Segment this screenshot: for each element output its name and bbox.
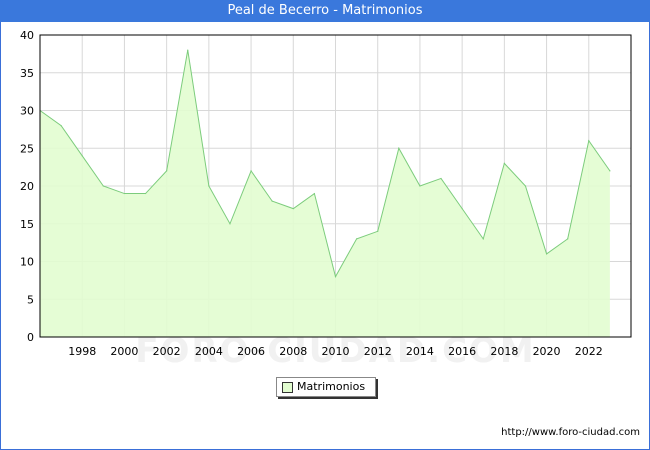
y-tick-label: 20 (20, 180, 34, 193)
y-tick-label: 25 (20, 142, 34, 155)
data-point (503, 162, 505, 164)
x-tick-label: 2000 (110, 345, 138, 358)
data-point (334, 276, 337, 278)
data-point (545, 253, 548, 255)
x-tick-label: 2014 (406, 345, 434, 358)
data-point (250, 170, 252, 172)
y-tick-label: 10 (20, 256, 34, 269)
data-point (609, 170, 611, 172)
data-point (60, 125, 62, 127)
x-tick-label: 2008 (279, 345, 307, 358)
data-point (123, 192, 126, 195)
x-tick-label: 2010 (322, 345, 350, 358)
legend-swatch (282, 382, 293, 393)
y-tick-label: 15 (20, 218, 34, 231)
data-point (313, 192, 315, 195)
x-tick-label: 2012 (364, 345, 392, 358)
source-url: http://www.foro-ciudad.com (501, 427, 640, 438)
data-point (588, 140, 590, 142)
y-tick-label: 40 (20, 29, 34, 42)
data-point (482, 238, 484, 240)
data-point (292, 208, 294, 210)
data-point (166, 170, 168, 172)
y-tick-label: 5 (27, 293, 34, 306)
data-point (440, 177, 442, 180)
data-point (81, 155, 83, 157)
data-point (271, 200, 273, 202)
y-tick-label: 30 (20, 105, 34, 118)
chart-title: Peal de Becerro - Matrimonios (0, 0, 650, 22)
data-point (229, 223, 231, 225)
x-tick-label: 2016 (448, 345, 476, 358)
chart-area: FORO-CIUDAD.COM 05101520253035401998 2000… (20, 29, 632, 371)
x-tick-label: 2020 (533, 345, 561, 358)
legend-label: Matrimonios (297, 380, 366, 393)
data-point (187, 49, 189, 51)
data-point (567, 238, 569, 240)
x-tick-label: 2002 (153, 345, 181, 358)
x-tick-label: 2018 (490, 345, 518, 358)
x-tick-label: 2022 (575, 345, 603, 358)
y-tick-label: 0 (27, 331, 34, 344)
data-point (419, 185, 421, 187)
data-point (102, 185, 104, 187)
data-point (524, 185, 527, 187)
data-point (461, 208, 463, 210)
data-point (208, 185, 210, 187)
x-tick-label: 1998 (68, 345, 96, 358)
data-point (398, 147, 400, 149)
y-tick-label: 35 (20, 67, 34, 80)
data-point (377, 230, 379, 232)
x-tick-label: 2004 (195, 345, 223, 358)
data-point (356, 238, 358, 240)
x-tick-label: 2006 (237, 345, 265, 358)
data-point (144, 192, 147, 195)
legend: Matrimonios (276, 377, 376, 397)
